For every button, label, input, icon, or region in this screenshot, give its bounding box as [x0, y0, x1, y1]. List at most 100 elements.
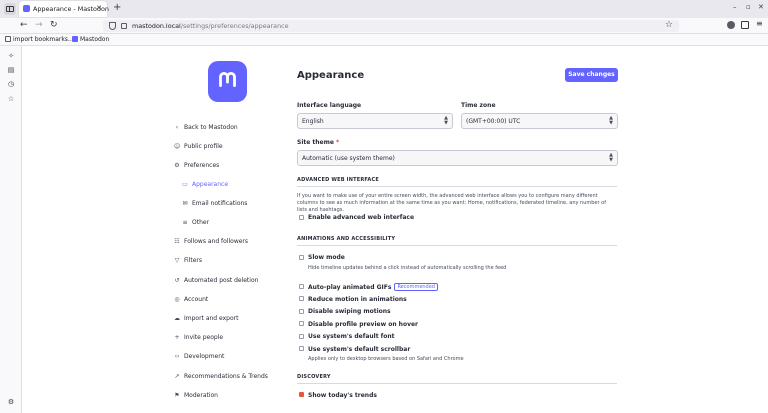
- minimize-icon[interactable]: –: [733, 3, 737, 11]
- flag-icon: ⚑: [174, 392, 180, 399]
- user-icon: ☺: [174, 143, 181, 150]
- advanced-web-interface-hint: If you want to make use of your entire s…: [297, 193, 606, 213]
- trends-icon: ↗: [174, 373, 180, 380]
- mastodon-logo[interactable]: [208, 61, 247, 102]
- bookmark-mastodon[interactable]: Mastodon: [72, 36, 109, 43]
- mastodon-favicon-icon: [23, 5, 30, 12]
- nav-automated-post-deletion[interactable]: ↺ Automated post deletion: [174, 277, 258, 287]
- nav-public-profile[interactable]: ☺ Public profile: [174, 143, 223, 153]
- recommended-badge: Recommended: [394, 283, 438, 291]
- slow-mode-hint: Hide timeline updates behind a click ins…: [308, 265, 507, 271]
- url-bar[interactable]: mastodon.local/settings/preferences/appe…: [103, 20, 679, 32]
- nav-back-to-mastodon[interactable]: ‹ Back to Mastodon: [174, 124, 238, 134]
- mastodon-favicon-icon: [72, 36, 78, 42]
- bookmarks-star-icon[interactable]: ☆: [7, 95, 15, 103]
- maximize-icon[interactable]: ▫: [746, 3, 751, 11]
- save-changes-button[interactable]: Save changes: [565, 68, 618, 82]
- browser-nav-bar: ← → ↻ mastodon.local/settings/preference…: [0, 18, 768, 34]
- bookmark-import[interactable]: import bookmarks....: [5, 36, 76, 43]
- tab-close-icon[interactable]: ✕: [96, 4, 102, 12]
- time-zone-select[interactable]: (GMT+00:00) UTC ▲ ▼: [461, 113, 618, 129]
- browser-tab-appearance[interactable]: Appearance - Mastodon ✕: [19, 1, 109, 17]
- site-theme-select[interactable]: Automatic (use system theme) ▲ ▼: [297, 150, 618, 166]
- desktop-icon: ▭: [182, 181, 188, 188]
- nav-email-notifications[interactable]: ✉ Email notifications: [182, 200, 247, 210]
- nav-import-and-export[interactable]: ☁ Import and export: [174, 315, 238, 325]
- cloud-icon: ☁: [174, 315, 180, 322]
- nav-moderation[interactable]: ⚑ Moderation: [174, 392, 218, 402]
- sidebar-icon: [6, 6, 14, 12]
- history-clock-icon[interactable]: ◷: [7, 80, 15, 88]
- disable-swiping-checkbox[interactable]: [299, 309, 304, 314]
- disable-hover-preview-checkbox[interactable]: [299, 321, 304, 326]
- reload-icon[interactable]: ↻: [50, 20, 58, 30]
- enable-advanced-web-interface-checkbox[interactable]: [299, 215, 304, 220]
- animations-accessibility-heading: ANIMATIONS AND ACCESSIBILITY: [297, 236, 396, 242]
- enable-advanced-web-interface-label[interactable]: Enable advanced web interface: [308, 214, 414, 221]
- site-theme-label: Site theme *: [297, 139, 340, 146]
- browser-tab-bar: Appearance - Mastodon ✕ + – ▫ ✕: [0, 0, 768, 18]
- nav-other[interactable]: ≡ Other: [182, 219, 209, 229]
- system-font-label[interactable]: Use system's default font: [308, 333, 395, 340]
- back-arrow-icon[interactable]: ←: [20, 20, 28, 30]
- nav-invite-people[interactable]: + Invite people: [174, 334, 223, 344]
- slow-mode-label[interactable]: Slow mode: [308, 254, 345, 261]
- browser-sidebar: ✧ ▤ ◷ ☆ ⚙: [0, 46, 22, 413]
- disable-swiping-label[interactable]: Disable swiping motions: [308, 308, 391, 315]
- code-icon: ‹›: [174, 353, 180, 360]
- synced-tabs-icon[interactable]: ▤: [7, 66, 15, 74]
- history-icon: ↺: [174, 277, 180, 284]
- url-text[interactable]: mastodon.local/settings/preferences/appe…: [132, 22, 289, 30]
- system-scrollbar-hint: Applies only to desktop browsers based o…: [308, 356, 464, 362]
- new-tab-button[interactable]: +: [113, 2, 121, 13]
- interface-language-select[interactable]: English ▲ ▼: [297, 113, 453, 129]
- ai-chat-icon[interactable]: ✧: [7, 52, 15, 60]
- import-icon: [5, 36, 11, 42]
- sliders-icon: ≡: [182, 219, 188, 226]
- nav-follows-and-followers[interactable]: ☷ Follows and followers: [174, 238, 248, 248]
- account-icon[interactable]: [727, 21, 735, 29]
- mastodon-logo-icon: [219, 72, 236, 88]
- lock-icon: ◎: [174, 296, 180, 303]
- lock-icon[interactable]: [121, 23, 127, 29]
- system-scrollbar-label[interactable]: Use system's default scrollbar: [308, 346, 410, 353]
- extensions-icon[interactable]: [741, 21, 749, 29]
- menu-icon[interactable]: ≡: [756, 19, 764, 28]
- close-window-icon[interactable]: ✕: [758, 3, 764, 11]
- nav-filters[interactable]: ▽ Filters: [174, 257, 202, 267]
- chevron-left-icon: ‹: [175, 124, 179, 131]
- envelope-icon: ✉: [182, 200, 188, 207]
- site-theme-value: Automatic (use system theme): [302, 155, 395, 162]
- sidebar-toggle-button[interactable]: [4, 3, 16, 15]
- show-trends-checkbox[interactable]: [299, 392, 304, 397]
- autoplay-gifs-checkbox[interactable]: [299, 284, 304, 289]
- sidebar-settings-gear-icon[interactable]: ⚙: [7, 398, 15, 406]
- time-zone-label: Time zone: [461, 102, 496, 109]
- discovery-heading: DISCOVERY: [297, 374, 331, 380]
- autoplay-gifs-label[interactable]: Auto-play animated GIFs Recommended: [308, 283, 438, 291]
- user-plus-icon: +: [174, 334, 180, 341]
- system-font-checkbox[interactable]: [299, 334, 304, 339]
- time-zone-value: (GMT+00:00) UTC: [466, 118, 521, 125]
- section-divider: [297, 383, 617, 384]
- section-divider: [297, 245, 617, 246]
- bookmark-star-icon[interactable]: ☆: [665, 20, 673, 30]
- system-scrollbar-checkbox[interactable]: [299, 346, 304, 351]
- page-title: Appearance: [297, 70, 365, 81]
- nav-development[interactable]: ‹› Development: [174, 353, 225, 363]
- forward-arrow-icon[interactable]: →: [35, 20, 43, 30]
- nav-recommendations-trends[interactable]: ↗ Recommendations & Trends: [174, 373, 267, 383]
- slow-mode-checkbox[interactable]: [299, 255, 304, 260]
- required-mark: *: [336, 139, 340, 146]
- show-trends-label[interactable]: Show today's trends: [308, 392, 377, 399]
- reduce-motion-label[interactable]: Reduce motion in animations: [308, 296, 407, 303]
- disable-hover-preview-label[interactable]: Disable profile preview on hover: [308, 321, 418, 328]
- advanced-web-interface-heading: ADVANCED WEB INTERFACE: [297, 177, 379, 183]
- nav-appearance[interactable]: ▭ Appearance: [182, 181, 228, 191]
- reduce-motion-checkbox[interactable]: [299, 296, 304, 301]
- nav-preferences[interactable]: ⚙ Preferences: [174, 162, 219, 172]
- shield-icon[interactable]: [109, 22, 116, 30]
- interface-language-value: English: [302, 118, 324, 125]
- filter-icon: ▽: [174, 257, 180, 264]
- nav-account[interactable]: ◎ Account: [174, 296, 208, 306]
